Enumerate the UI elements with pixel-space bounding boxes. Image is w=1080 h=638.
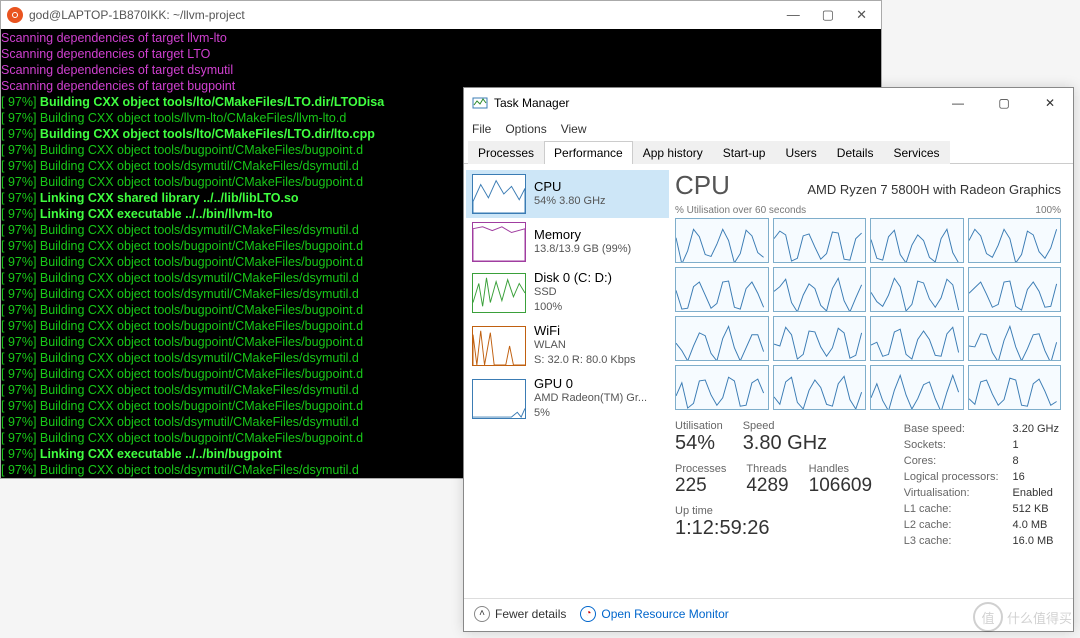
minimize-button[interactable]: — bbox=[787, 7, 800, 23]
chevron-up-icon: ˄ bbox=[474, 606, 490, 622]
cpu-panel: CPU AMD Ryzen 7 5800H with Radeon Graphi… bbox=[669, 164, 1073, 598]
tab-app-history[interactable]: App history bbox=[633, 141, 713, 164]
cpu-core-cell bbox=[968, 316, 1062, 361]
detail-row: L2 cache:4.0 MB bbox=[904, 518, 1059, 532]
stat-speed: Speed3.80 GHz bbox=[743, 420, 827, 455]
sidebar-item-disk[interactable]: Disk 0 (C: D:)SSD100% bbox=[466, 266, 669, 319]
sidebar-item-gpu[interactable]: GPU 0AMD Radeon(TM) Gr...5% bbox=[466, 372, 669, 425]
cpu-core-cell bbox=[968, 267, 1062, 312]
cpu-stats-summary: Utilisation54% Speed3.80 GHz Processes225 T… bbox=[675, 420, 884, 550]
sidebar-sparkline bbox=[472, 174, 526, 214]
detail-row: Sockets:1 bbox=[904, 438, 1059, 452]
task-manager-icon bbox=[472, 95, 488, 111]
terminal-window-controls: — ▢ ✕ bbox=[787, 7, 867, 23]
cpu-core-cell bbox=[773, 316, 867, 361]
close-button[interactable]: ✕ bbox=[856, 7, 867, 23]
bulb-icon: 值 bbox=[973, 602, 1003, 632]
stat-up-time: Up time1:12:59:26 bbox=[675, 505, 770, 540]
sidebar-item-wifi[interactable]: WiFiWLANS: 32.0 R: 80.0 Kbps bbox=[466, 319, 669, 372]
cpu-core-cell bbox=[773, 218, 867, 263]
resource-monitor-icon: ◔ bbox=[580, 606, 596, 622]
stat-utilisation: Utilisation54% bbox=[675, 420, 723, 455]
cpu-core-cell bbox=[870, 218, 964, 263]
detail-row: L3 cache:16.0 MB bbox=[904, 534, 1059, 548]
watermark: 值 什么值得买 bbox=[973, 602, 1072, 632]
detail-row: Cores:8 bbox=[904, 454, 1059, 468]
detail-row: Logical processors:16 bbox=[904, 470, 1059, 484]
cpu-core-cell bbox=[968, 365, 1062, 410]
cpu-core-cell bbox=[870, 316, 964, 361]
cpu-core-cell bbox=[675, 218, 769, 263]
tab-processes[interactable]: Processes bbox=[468, 141, 544, 164]
menu-file[interactable]: File bbox=[472, 122, 491, 136]
maximize-button[interactable]: ▢ bbox=[981, 88, 1027, 118]
sidebar-sparkline bbox=[472, 326, 526, 366]
axis-right-label: 100% bbox=[1035, 205, 1061, 216]
detail-row: Base speed:3.20 GHz bbox=[904, 422, 1059, 436]
cpu-core-cell bbox=[773, 267, 867, 312]
menu-options[interactable]: Options bbox=[505, 122, 546, 136]
tab-strip: ProcessesPerformanceApp historyStart-upU… bbox=[464, 140, 1073, 164]
detail-row: L1 cache:512 KB bbox=[904, 502, 1059, 516]
stat-handles: Handles106609 bbox=[809, 463, 872, 497]
menubar: File Options View bbox=[464, 118, 1073, 140]
sidebar-item-cpu[interactable]: CPU54% 3.80 GHz bbox=[466, 170, 669, 218]
close-button[interactable]: ✕ bbox=[1027, 88, 1073, 118]
task-manager-window: Task Manager — ▢ ✕ File Options View Proce… bbox=[463, 87, 1074, 632]
tab-details[interactable]: Details bbox=[827, 141, 884, 164]
ubuntu-icon bbox=[7, 7, 23, 23]
stat-threads: Threads4289 bbox=[746, 463, 788, 497]
terminal-titlebar[interactable]: god@LAPTOP-1B870IKK: ~/llvm-project — ▢ … bbox=[1, 1, 881, 29]
cpu-stats-details: Base speed:3.20 GHz Sockets:1 Cores:8 Logic… bbox=[902, 420, 1061, 550]
resource-sidebar: CPU54% 3.80 GHzMemory13.8/13.9 GB (99%)D… bbox=[464, 164, 669, 598]
tab-performance[interactable]: Performance bbox=[544, 141, 633, 164]
sidebar-sparkline bbox=[472, 379, 526, 419]
tab-start-up[interactable]: Start-up bbox=[713, 141, 776, 164]
cpu-core-cell bbox=[870, 267, 964, 312]
task-manager-titlebar[interactable]: Task Manager — ▢ ✕ bbox=[464, 88, 1073, 118]
sidebar-sparkline bbox=[472, 222, 526, 262]
tab-users[interactable]: Users bbox=[775, 141, 826, 164]
cpu-core-cell bbox=[870, 365, 964, 410]
maximize-button[interactable]: ▢ bbox=[822, 7, 834, 23]
cpu-core-cell bbox=[675, 365, 769, 410]
task-manager-title: Task Manager bbox=[494, 96, 935, 110]
cpu-core-cell bbox=[773, 365, 867, 410]
fewer-details-button[interactable]: ˄ Fewer details bbox=[474, 606, 566, 622]
cpu-core-cell bbox=[968, 218, 1062, 263]
cpu-model: AMD Ryzen 7 5800H with Radeon Graphics bbox=[807, 182, 1061, 197]
menu-view[interactable]: View bbox=[561, 122, 587, 136]
detail-row: Virtualisation:Enabled bbox=[904, 486, 1059, 500]
cpu-core-grid[interactable] bbox=[675, 218, 1061, 410]
sidebar-sparkline bbox=[472, 273, 526, 313]
cpu-core-cell bbox=[675, 316, 769, 361]
open-resource-monitor-link[interactable]: ◔ Open Resource Monitor bbox=[580, 606, 728, 622]
cpu-heading: CPU bbox=[675, 170, 730, 201]
minimize-button[interactable]: — bbox=[935, 88, 981, 118]
cpu-core-cell bbox=[675, 267, 769, 312]
axis-left-label: % Utilisation over 60 seconds bbox=[675, 205, 806, 216]
stat-processes: Processes225 bbox=[675, 463, 726, 497]
sidebar-item-memory[interactable]: Memory13.8/13.9 GB (99%) bbox=[466, 218, 669, 266]
tab-services[interactable]: Services bbox=[883, 141, 949, 164]
terminal-title: god@LAPTOP-1B870IKK: ~/llvm-project bbox=[29, 8, 787, 22]
